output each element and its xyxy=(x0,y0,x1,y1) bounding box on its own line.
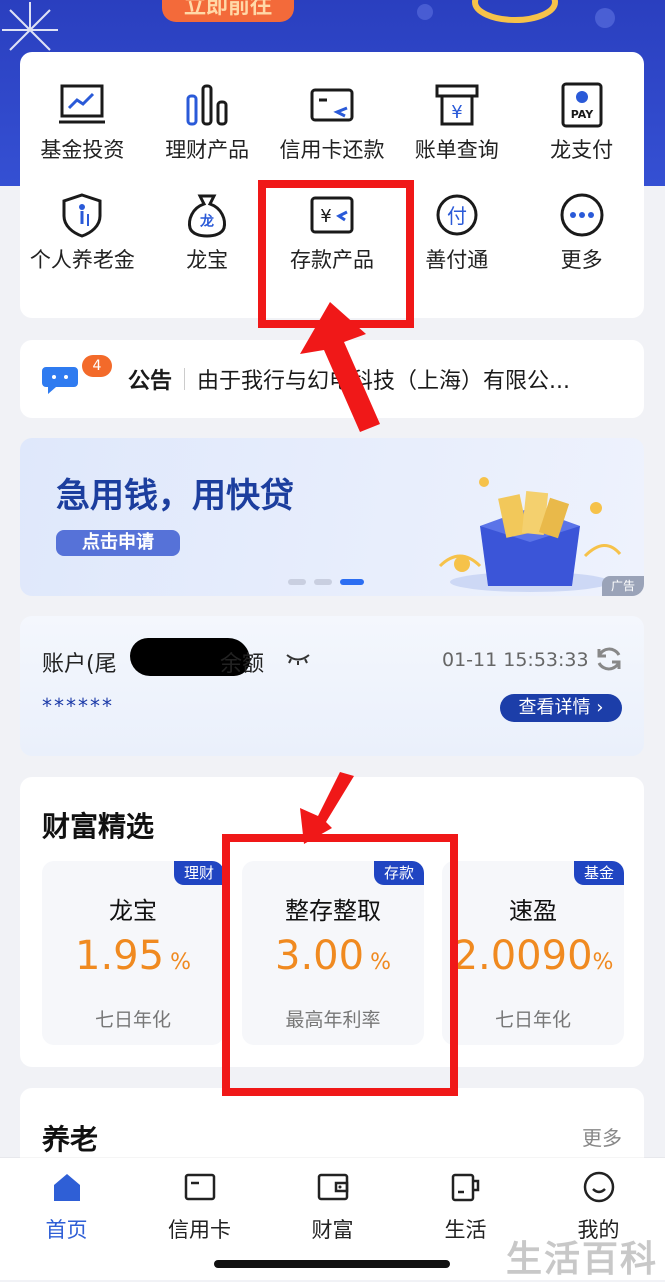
menu-label: 善付通 xyxy=(425,248,489,272)
firework-decoration xyxy=(2,2,58,51)
pension-shield-icon xyxy=(57,192,107,238)
smile-icon xyxy=(583,1171,614,1203)
divider xyxy=(184,368,186,390)
pay-icon-text: PAY xyxy=(570,108,594,121)
tab-label: 财富 xyxy=(311,1218,354,1242)
account-card: 账户(尾 余额 01-11 15:53:33 ****** 查看详情 › xyxy=(20,616,644,756)
cup-icon xyxy=(451,1173,479,1202)
bag-icon-text: 龙 xyxy=(199,213,214,230)
pay-circle-icon: 付 xyxy=(432,192,482,238)
ad-tag: 广告 xyxy=(602,576,644,596)
menu-item-more[interactable]: 更多 xyxy=(519,162,644,272)
fu-icon-text: 付 xyxy=(447,204,467,228)
menu-item-wealth-products[interactable]: 理财产品 xyxy=(145,52,270,162)
menu-label: 基金投资 xyxy=(40,138,125,162)
section-title: 财富精选 xyxy=(42,810,155,843)
rate-unit: % xyxy=(592,950,614,975)
wallet-icon xyxy=(317,1173,348,1201)
menu-label: 更多 xyxy=(560,248,603,272)
product-subtitle: 七日年化 xyxy=(494,1009,571,1031)
rate-value: 1.95 xyxy=(75,933,165,979)
message-bubble-icon: 4 xyxy=(42,355,112,395)
gift-box-icon xyxy=(438,477,622,592)
menu-label: 龙宝 xyxy=(186,248,229,272)
menu-label: 理财产品 xyxy=(165,138,250,162)
product-tag: 基金 xyxy=(573,861,624,885)
fund-chart-icon xyxy=(57,82,107,128)
menu-item-fund[interactable]: 基金投资 xyxy=(20,52,145,162)
product-card-longbao[interactable]: 理财 龙宝 1.95% 七日年化 xyxy=(42,861,224,1045)
more-link[interactable]: 更多 xyxy=(582,1122,622,1151)
credit-card-icon xyxy=(184,1173,215,1201)
tab-label: 生活 xyxy=(444,1218,487,1242)
product-name: 速盈 xyxy=(509,897,557,925)
menu-item-pension[interactable]: 个人养老金 xyxy=(20,162,145,272)
product-rate: 2.0090% xyxy=(442,933,624,979)
sparkle-decoration xyxy=(417,0,615,28)
masked-balance: ****** xyxy=(42,694,114,718)
update-time: 01-11 15:53:33 xyxy=(442,649,589,671)
refresh-icon[interactable] xyxy=(594,644,624,674)
home-indicator[interactable] xyxy=(214,1260,450,1268)
product-tag: 理财 xyxy=(173,861,224,885)
section-title: 养老 xyxy=(42,1123,99,1156)
notice-text[interactable]: 由于我行与幻电科技（上海）有限公... xyxy=(197,363,627,395)
tab-home[interactable]: 首页 xyxy=(0,1158,133,1280)
menu-item-longbao[interactable]: 龙 龙宝 xyxy=(145,162,270,272)
menu-row-1: 基金投资 理财产品 信用卡还款 ¥ 账单查询 PAY 龙支付 xyxy=(20,52,644,162)
eye-closed-icon[interactable] xyxy=(286,652,310,666)
rate-value: 2.0090 xyxy=(452,933,593,979)
tab-label: 信用卡 xyxy=(168,1218,231,1242)
account-label: 账户(尾 xyxy=(42,652,117,677)
pay-icon: PAY xyxy=(557,82,607,128)
bill-icon: ¥ xyxy=(432,82,482,128)
product-card-suying[interactable]: 基金 速盈 2.0090% 七日年化 xyxy=(442,861,624,1045)
menu-item-card-repay[interactable]: 信用卡还款 xyxy=(270,52,395,162)
notice-title: 公告 xyxy=(128,369,173,394)
card-repay-icon xyxy=(307,82,357,128)
carousel-dot[interactable] xyxy=(314,579,332,585)
product-subtitle: 七日年化 xyxy=(94,1009,171,1031)
promo-title: 急用钱，用快贷 xyxy=(56,476,294,516)
watermark: 生活百科 xyxy=(506,1239,659,1280)
menu-item-long-pay[interactable]: PAY 龙支付 xyxy=(519,52,644,162)
view-details-button[interactable]: 查看详情 › xyxy=(500,694,622,722)
apply-button[interactable]: 点击申请 xyxy=(56,530,180,556)
product-name: 龙宝 xyxy=(109,897,157,925)
carousel-dots xyxy=(288,579,364,585)
menu-label: 信用卡还款 xyxy=(279,138,385,162)
go-now-button[interactable]: 立即前往 xyxy=(162,0,294,22)
tab-label: 首页 xyxy=(45,1218,88,1242)
product-rate: 1.95% xyxy=(42,933,224,979)
menu-item-bill[interactable]: ¥ 账单查询 xyxy=(394,52,519,162)
menu-label: 龙支付 xyxy=(550,138,614,162)
svg-text:¥: ¥ xyxy=(451,102,462,123)
arrow-up-icon xyxy=(300,302,380,432)
notice-badge: 4 xyxy=(82,355,112,377)
arrow-down-icon xyxy=(300,772,354,844)
home-icon xyxy=(53,1174,80,1201)
rate-unit: % xyxy=(170,950,191,975)
carousel-dot[interactable] xyxy=(288,579,306,585)
carousel-dot-active[interactable] xyxy=(340,579,364,585)
menu-label: 个人养老金 xyxy=(29,248,135,272)
loan-promo-banner[interactable]: 急用钱，用快贷 点击申请 广告 xyxy=(20,438,644,596)
view-details-label: 查看详情 xyxy=(518,697,591,718)
money-bag-icon: 龙 xyxy=(182,192,232,238)
balance-label: 余额 xyxy=(220,652,265,677)
highlight-box-fixed-deposit xyxy=(222,834,458,1096)
more-icon xyxy=(557,192,607,238)
menu-label: 账单查询 xyxy=(414,138,499,162)
bar-chart-icon xyxy=(182,82,232,128)
